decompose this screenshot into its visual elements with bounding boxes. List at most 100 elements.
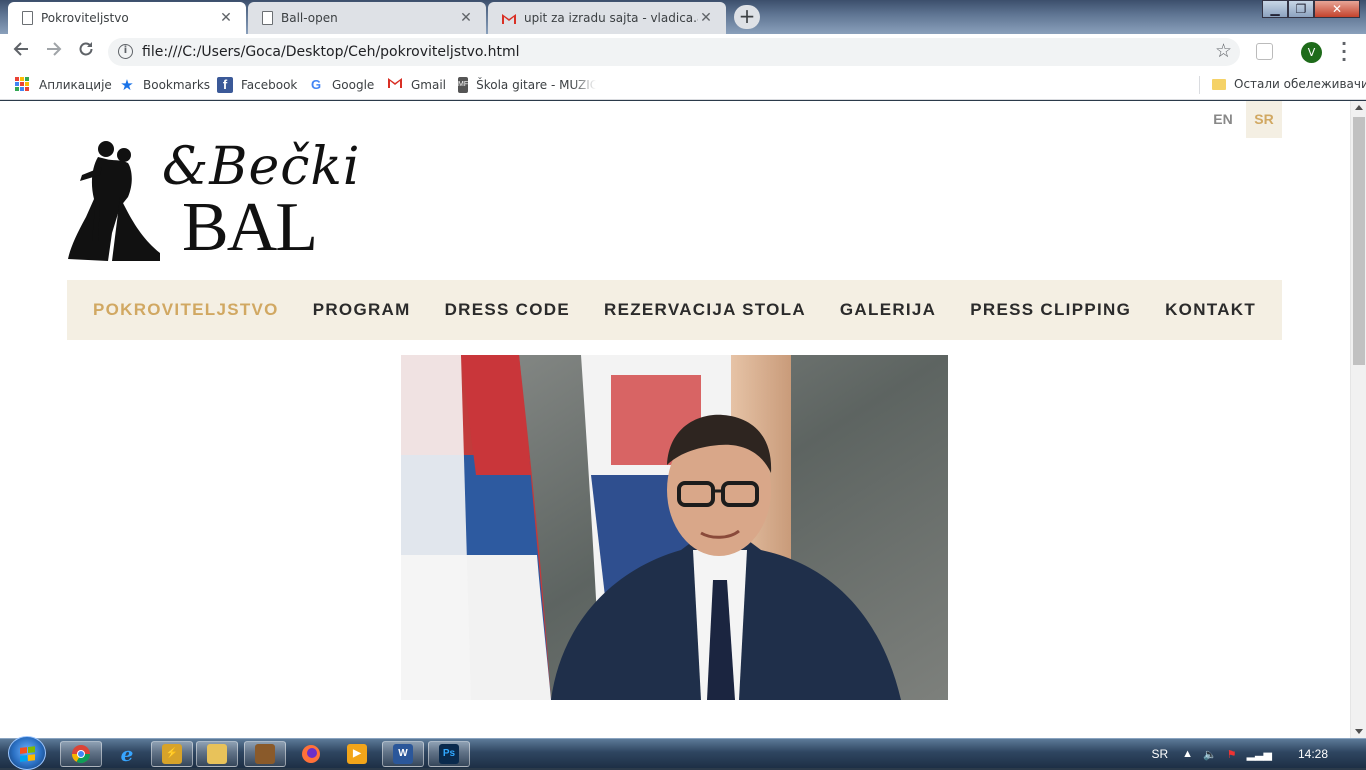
reload-button[interactable]	[74, 40, 98, 64]
firefox-icon	[302, 745, 320, 763]
gmail-icon	[502, 13, 516, 24]
close-icon[interactable]: ✕	[218, 10, 234, 26]
taskbar-clock[interactable]: 14:28	[1298, 747, 1328, 761]
internet-explorer-icon: e	[120, 742, 134, 766]
network-signal-icon[interactable]: ▂▃▅	[1247, 748, 1272, 761]
nav-program[interactable]: PROGRAM	[296, 300, 428, 320]
other-bookmarks-label: Остали обележивачи	[1234, 77, 1366, 91]
bookmark-label: Bookmarks	[143, 78, 211, 92]
tab-title: Ball-open	[281, 11, 338, 25]
bookmark-google[interactable]: G Google	[308, 77, 374, 93]
profile-avatar[interactable]: V	[1301, 42, 1322, 63]
document-icon	[262, 11, 273, 25]
apps-grid-icon	[15, 77, 31, 93]
bookmark-label: Gmail	[411, 78, 447, 92]
language-sr-link[interactable]: SR	[1246, 101, 1282, 138]
close-icon[interactable]: ✕	[698, 10, 714, 26]
extension-icon[interactable]	[1256, 43, 1273, 60]
url-text: file:///C:/Users/Goca/Desktop/Ceh/pokrov…	[142, 44, 520, 60]
back-arrow-icon	[13, 42, 28, 56]
bookmarks-bar: Апликације ★ Bookmarks f Facebook G Goog…	[0, 70, 1366, 100]
taskbar-internet-explorer[interactable]: e	[106, 741, 148, 767]
close-window-button[interactable]: ✕	[1314, 0, 1360, 18]
taskbar-firefox[interactable]	[290, 741, 332, 767]
scrollbar-thumb[interactable]	[1353, 117, 1365, 365]
forward-arrow-icon	[47, 42, 62, 56]
show-hidden-icons-icon[interactable]: ▲	[1182, 748, 1193, 760]
nav-pokroviteljstvo[interactable]: POKROVITELJSTVO	[76, 300, 296, 320]
bookmark-label: Facebook	[241, 78, 298, 92]
bookmark-apps[interactable]: Апликације	[15, 77, 112, 93]
mf-icon: MF	[458, 77, 469, 93]
winamp-icon: ⚡	[162, 744, 182, 764]
logo-bal-text: BAL	[182, 189, 318, 266]
windows-taskbar: e ⚡ ▶ W Ps SR ▲ 🔈 ⚑ ▂▃▅ 14:28	[0, 736, 1366, 770]
nav-rezervacija-stola[interactable]: REZERVACIJA STOLA	[587, 300, 823, 320]
bookmark-star-icon[interactable]: ☆	[1215, 40, 1232, 62]
taskbar-winamp[interactable]: ⚡	[151, 741, 193, 767]
bookmark-label: Google	[332, 78, 375, 92]
word-icon: W	[393, 744, 413, 764]
gmail-icon	[387, 77, 403, 93]
archiver-icon	[255, 744, 275, 764]
tab-title: Pokroviteljstvo	[41, 11, 129, 25]
language-indicator[interactable]: SR	[1151, 747, 1168, 761]
new-tab-button[interactable]: +	[734, 5, 760, 29]
browser-tab-strip: Pokroviteljstvo ✕ Ball-open ✕ upit za iz…	[0, 0, 1366, 34]
google-icon: G	[310, 77, 322, 92]
nav-kontakt[interactable]: KONTAKT	[1148, 300, 1273, 320]
tab-pokroviteljstvo[interactable]: Pokroviteljstvo ✕	[8, 2, 246, 34]
tab-ball-open[interactable]: Ball-open ✕	[248, 2, 486, 34]
taskbar-word[interactable]: W	[382, 741, 424, 767]
action-center-icon[interactable]: ⚑	[1227, 748, 1237, 761]
taskbar-media-player[interactable]: ▶	[336, 741, 378, 767]
bookmark-label: Апликације	[39, 78, 112, 92]
system-tray: SR ▲ 🔈 ⚑ ▂▃▅ 14:28	[1151, 739, 1366, 769]
star-icon: ★	[120, 76, 134, 94]
nav-galerija[interactable]: GALERIJA	[823, 300, 953, 320]
page-scrollbar[interactable]	[1350, 101, 1366, 738]
close-icon[interactable]: ✕	[458, 10, 474, 26]
language-en-link[interactable]: EN	[1205, 101, 1241, 138]
facebook-icon: f	[217, 77, 233, 93]
document-icon	[22, 11, 33, 25]
other-bookmarks[interactable]: Остали обележивачи	[1212, 77, 1366, 91]
patron-photo	[401, 355, 948, 700]
folder-explorer-icon	[207, 744, 227, 764]
taskbar-photoshop[interactable]: Ps	[428, 741, 470, 767]
folder-icon	[1212, 78, 1226, 90]
becki-bal-logo[interactable]: &Bečki BAL	[68, 137, 360, 263]
scroll-down-icon[interactable]	[1355, 729, 1363, 734]
chrome-menu-icon[interactable]: · · ·	[1338, 36, 1350, 68]
tab-title: upit za izradu sajta - vladica.aleks	[524, 11, 698, 25]
bookmark-facebook[interactable]: f Facebook	[217, 77, 297, 93]
bookmark-gmail[interactable]: Gmail	[387, 77, 446, 93]
windows-logo-icon	[20, 746, 36, 762]
nav-dress-code[interactable]: DRESS CODE	[428, 300, 587, 320]
back-button[interactable]	[9, 40, 33, 64]
photoshop-icon: Ps	[439, 744, 459, 764]
nav-press-clipping[interactable]: PRESS CLIPPING	[953, 300, 1148, 320]
reload-icon	[79, 42, 93, 56]
window-controls: ▁ ❐ ✕	[1262, 0, 1360, 18]
taskbar-archiver[interactable]	[244, 741, 286, 767]
scroll-up-icon[interactable]	[1355, 105, 1363, 110]
logo-script-text: &Bečki	[162, 137, 361, 197]
taskbar-explorer[interactable]	[196, 741, 238, 767]
page-viewport: EN SR &Bečki BAL POKROVITELJSTVO PROGRAM…	[0, 101, 1350, 738]
forward-button[interactable]	[42, 40, 66, 64]
maximize-button[interactable]: ❐	[1288, 0, 1314, 18]
minimize-button[interactable]: ▁	[1262, 0, 1288, 18]
tab-gmail-upit[interactable]: upit za izradu sajta - vladica.aleks ✕	[488, 2, 726, 34]
main-navigation: POKROVITELJSTVO PROGRAM DRESS CODE REZER…	[67, 280, 1282, 340]
info-icon[interactable]: i	[118, 44, 133, 59]
patron-portrait-image	[401, 355, 948, 700]
start-button[interactable]	[8, 736, 46, 770]
media-player-icon: ▶	[347, 744, 367, 764]
browser-toolbar: i file:///C:/Users/Goca/Desktop/Ceh/pokr…	[0, 34, 1366, 70]
bookmark-bookmarks[interactable]: ★ Bookmarks	[119, 77, 210, 93]
taskbar-chrome[interactable]	[60, 741, 102, 767]
volume-icon[interactable]: 🔈	[1203, 748, 1217, 761]
address-bar[interactable]: i file:///C:/Users/Goca/Desktop/Ceh/pokr…	[108, 38, 1240, 66]
chrome-icon	[72, 745, 90, 764]
